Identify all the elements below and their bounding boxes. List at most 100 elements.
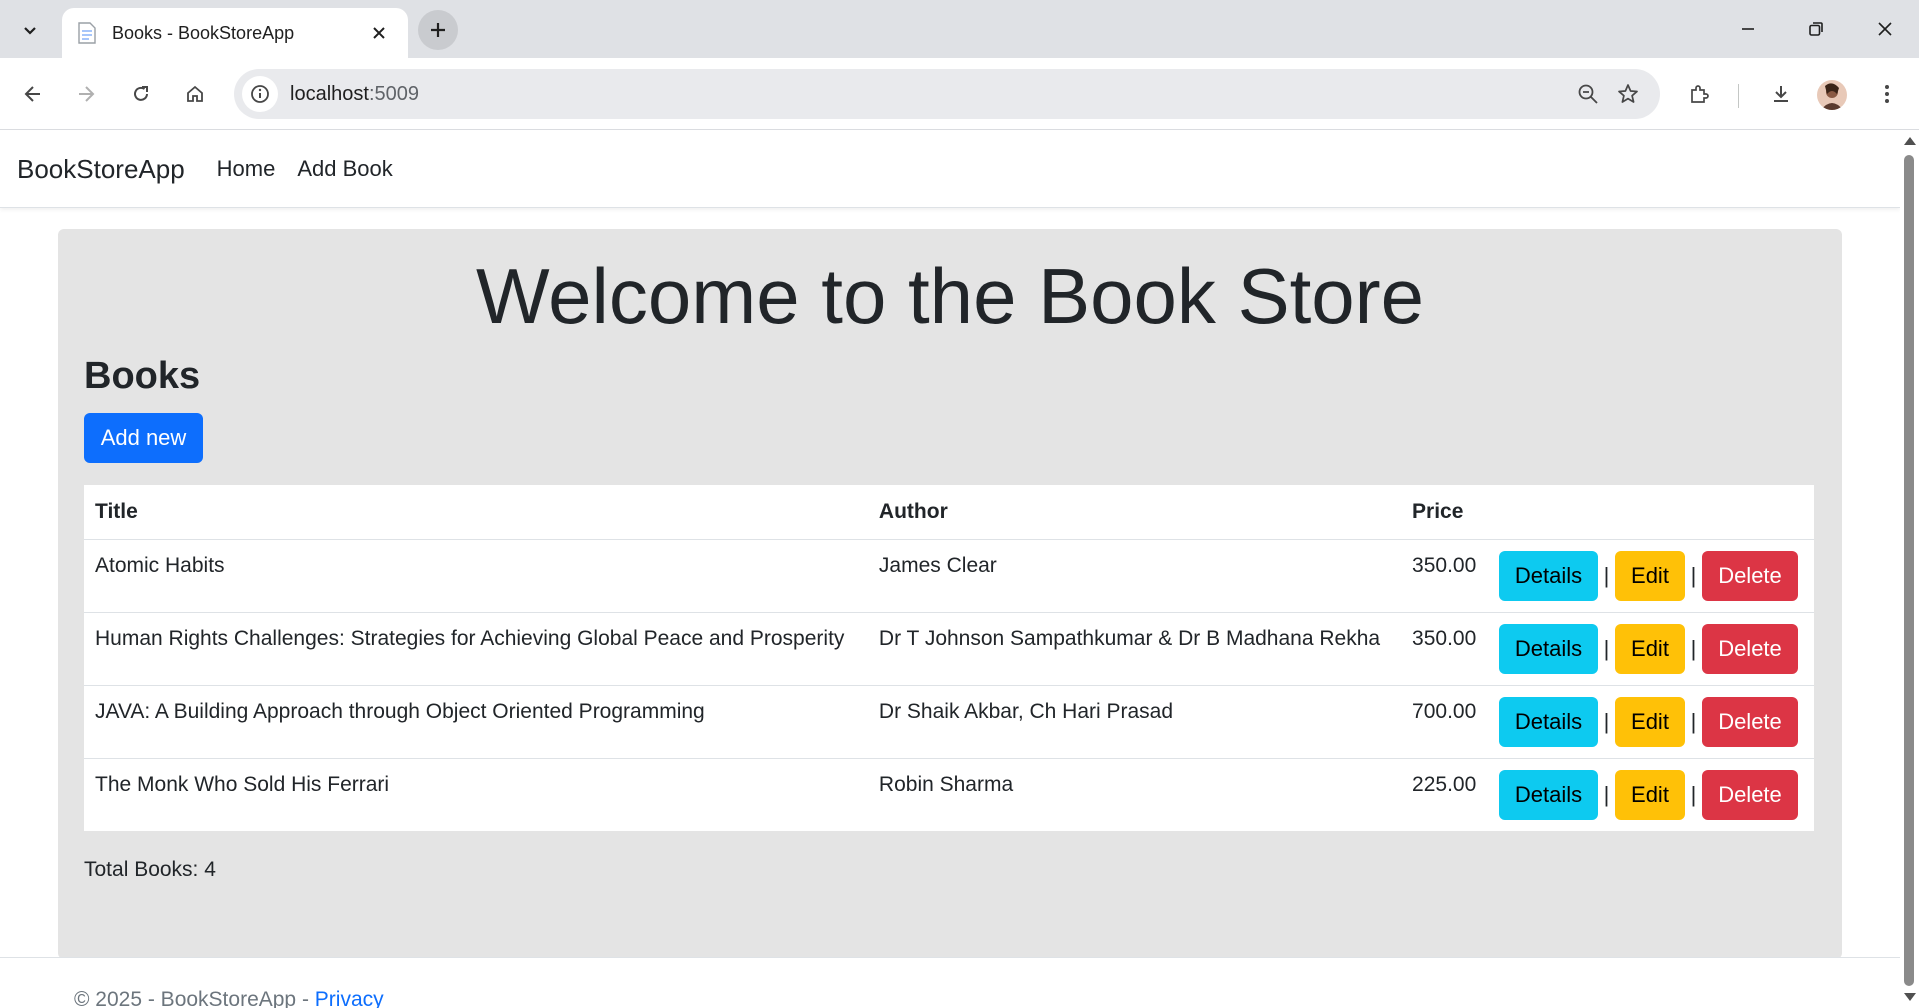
action-separator: | <box>1603 562 1610 588</box>
zoom-button[interactable] <box>1568 74 1608 114</box>
main-panel: Welcome to the Book Store Books Add new … <box>58 229 1842 959</box>
address-bar[interactable]: localhost:5009 <box>234 69 1660 119</box>
restore-icon <box>1809 22 1823 36</box>
reload-icon <box>134 86 148 101</box>
column-header-actions <box>1487 485 1814 540</box>
page-scrollbar[interactable] <box>1900 131 1919 1008</box>
home-button[interactable] <box>175 74 215 114</box>
action-separator: | <box>1603 635 1610 661</box>
url-text: localhost:5009 <box>290 83 1568 106</box>
table-row: JAVA: A Building Approach through Object… <box>84 685 1814 759</box>
tab-title: Books - BookStoreApp <box>112 22 295 43</box>
book-title: Atomic Habits <box>84 539 868 613</box>
footer-copyright: © 2025 - BookStoreApp - <box>74 988 315 1008</box>
details-button[interactable]: Details <box>1498 550 1598 601</box>
tab-search-icon <box>24 27 36 35</box>
tab-close-button[interactable] <box>364 18 394 48</box>
row-actions: Details | Edit | Delete <box>1487 539 1814 613</box>
scroll-up-arrow-icon[interactable] <box>1904 137 1916 145</box>
forward-button[interactable] <box>66 74 106 114</box>
downloads-button[interactable] <box>1761 74 1801 114</box>
edit-button[interactable]: Edit <box>1614 696 1685 747</box>
minimize-icon <box>1742 28 1754 30</box>
column-header-author: Author <box>867 485 1402 540</box>
details-button[interactable]: Details <box>1498 623 1598 674</box>
extensions-icon <box>1691 85 1709 103</box>
row-actions: Details | Edit | Delete <box>1487 685 1814 759</box>
more-menu-button[interactable] <box>1867 74 1907 114</box>
privacy-link[interactable]: Privacy <box>315 988 384 1008</box>
more-menu-icon <box>1885 85 1889 103</box>
restore-button[interactable] <box>1782 0 1850 58</box>
books-table-container: Title Author Price Atomic Habits James C… <box>84 485 1814 831</box>
page-viewport: BookStoreApp Home Add Book Welcome to th… <box>0 131 1900 1008</box>
download-icon <box>1774 86 1788 102</box>
zoom-icon <box>1578 84 1598 104</box>
action-separator: | <box>1690 781 1697 807</box>
page-favicon-icon <box>76 21 98 45</box>
book-author: Dr Shaik Akbar, Ch Hari Prasad <box>867 685 1402 759</box>
nav-link-home[interactable]: Home <box>217 156 276 182</box>
action-separator: | <box>1690 562 1697 588</box>
forward-arrow-icon <box>79 86 95 102</box>
book-author: James Clear <box>867 539 1402 613</box>
profile-avatar[interactable] <box>1817 80 1847 110</box>
table-row: Atomic Habits James Clear 350.00 Details… <box>84 539 1814 613</box>
browser-toolbar: localhost:5009 <box>0 58 1919 130</box>
scroll-thumb[interactable] <box>1904 155 1914 986</box>
table-row: Human Rights Challenges: Strategies for … <box>84 612 1814 686</box>
action-separator: | <box>1603 708 1610 734</box>
bookmark-star-icon <box>1618 84 1638 103</box>
book-price: 225.00 <box>1412 772 1477 796</box>
delete-button[interactable]: Delete <box>1701 623 1798 674</box>
back-button[interactable] <box>13 74 53 114</box>
books-heading: Books <box>84 355 201 397</box>
plus-icon <box>431 23 445 37</box>
book-title: Human Rights Challenges: Strategies for … <box>84 612 868 686</box>
edit-button[interactable]: Edit <box>1614 623 1685 674</box>
row-actions: Details | Edit | Delete <box>1488 758 1814 831</box>
site-navbar: BookStoreApp Home Add Book <box>0 131 1900 208</box>
book-title: JAVA: A Building Approach through Object… <box>84 685 868 759</box>
close-icon <box>373 27 385 39</box>
bookmark-button[interactable] <box>1608 74 1648 114</box>
edit-button[interactable]: Edit <box>1614 550 1685 601</box>
nav-link-add-book[interactable]: Add Book <box>297 156 392 182</box>
welcome-heading: Welcome to the Book Store <box>475 252 1425 340</box>
reload-button[interactable] <box>121 74 161 114</box>
book-author: Dr T Johnson Sampathkumar & Dr B Madhana… <box>867 612 1402 686</box>
window-close-icon <box>1878 22 1892 36</box>
book-title: The Monk Who Sold His Ferrari <box>95 772 390 796</box>
book-price: 350.00 <box>1401 539 1488 613</box>
add-new-button[interactable]: Add new <box>84 413 203 463</box>
back-arrow-icon <box>24 86 40 102</box>
url-port: :5009 <box>368 82 419 105</box>
new-tab-button[interactable] <box>418 10 458 50</box>
toolbar-divider <box>1738 84 1739 108</box>
extensions-button[interactable] <box>1679 74 1719 114</box>
row-actions: Details | Edit | Delete <box>1487 612 1814 686</box>
window-close-button[interactable] <box>1851 0 1919 58</box>
site-info-icon <box>251 85 269 103</box>
browser-tabstrip: Books - BookStoreApp <box>0 0 1919 58</box>
edit-button[interactable]: Edit <box>1614 769 1685 820</box>
delete-button[interactable]: Delete <box>1701 550 1798 601</box>
navbar-brand[interactable]: BookStoreApp <box>17 154 185 185</box>
action-separator: | <box>1603 781 1610 807</box>
site-info-button[interactable] <box>242 76 278 112</box>
book-price: 700.00 <box>1401 685 1488 759</box>
minimize-button[interactable] <box>1714 0 1782 58</box>
scroll-down-arrow-icon[interactable] <box>1904 993 1916 1001</box>
browser-tab-active[interactable]: Books - BookStoreApp <box>62 8 408 58</box>
details-button[interactable]: Details <box>1498 769 1598 820</box>
delete-button[interactable]: Delete <box>1701 769 1798 820</box>
action-separator: | <box>1690 635 1697 661</box>
url-host: localhost <box>290 82 369 105</box>
tab-search-button[interactable] <box>12 12 48 48</box>
site-footer: © 2025 - BookStoreApp - Privacy <box>0 957 1900 1008</box>
books-table: Title Author Price Atomic Habits James C… <box>84 485 1814 831</box>
home-icon <box>187 85 203 102</box>
total-books-label: Total Books: 4 <box>84 858 216 881</box>
delete-button[interactable]: Delete <box>1701 696 1798 747</box>
details-button[interactable]: Details <box>1498 696 1598 747</box>
